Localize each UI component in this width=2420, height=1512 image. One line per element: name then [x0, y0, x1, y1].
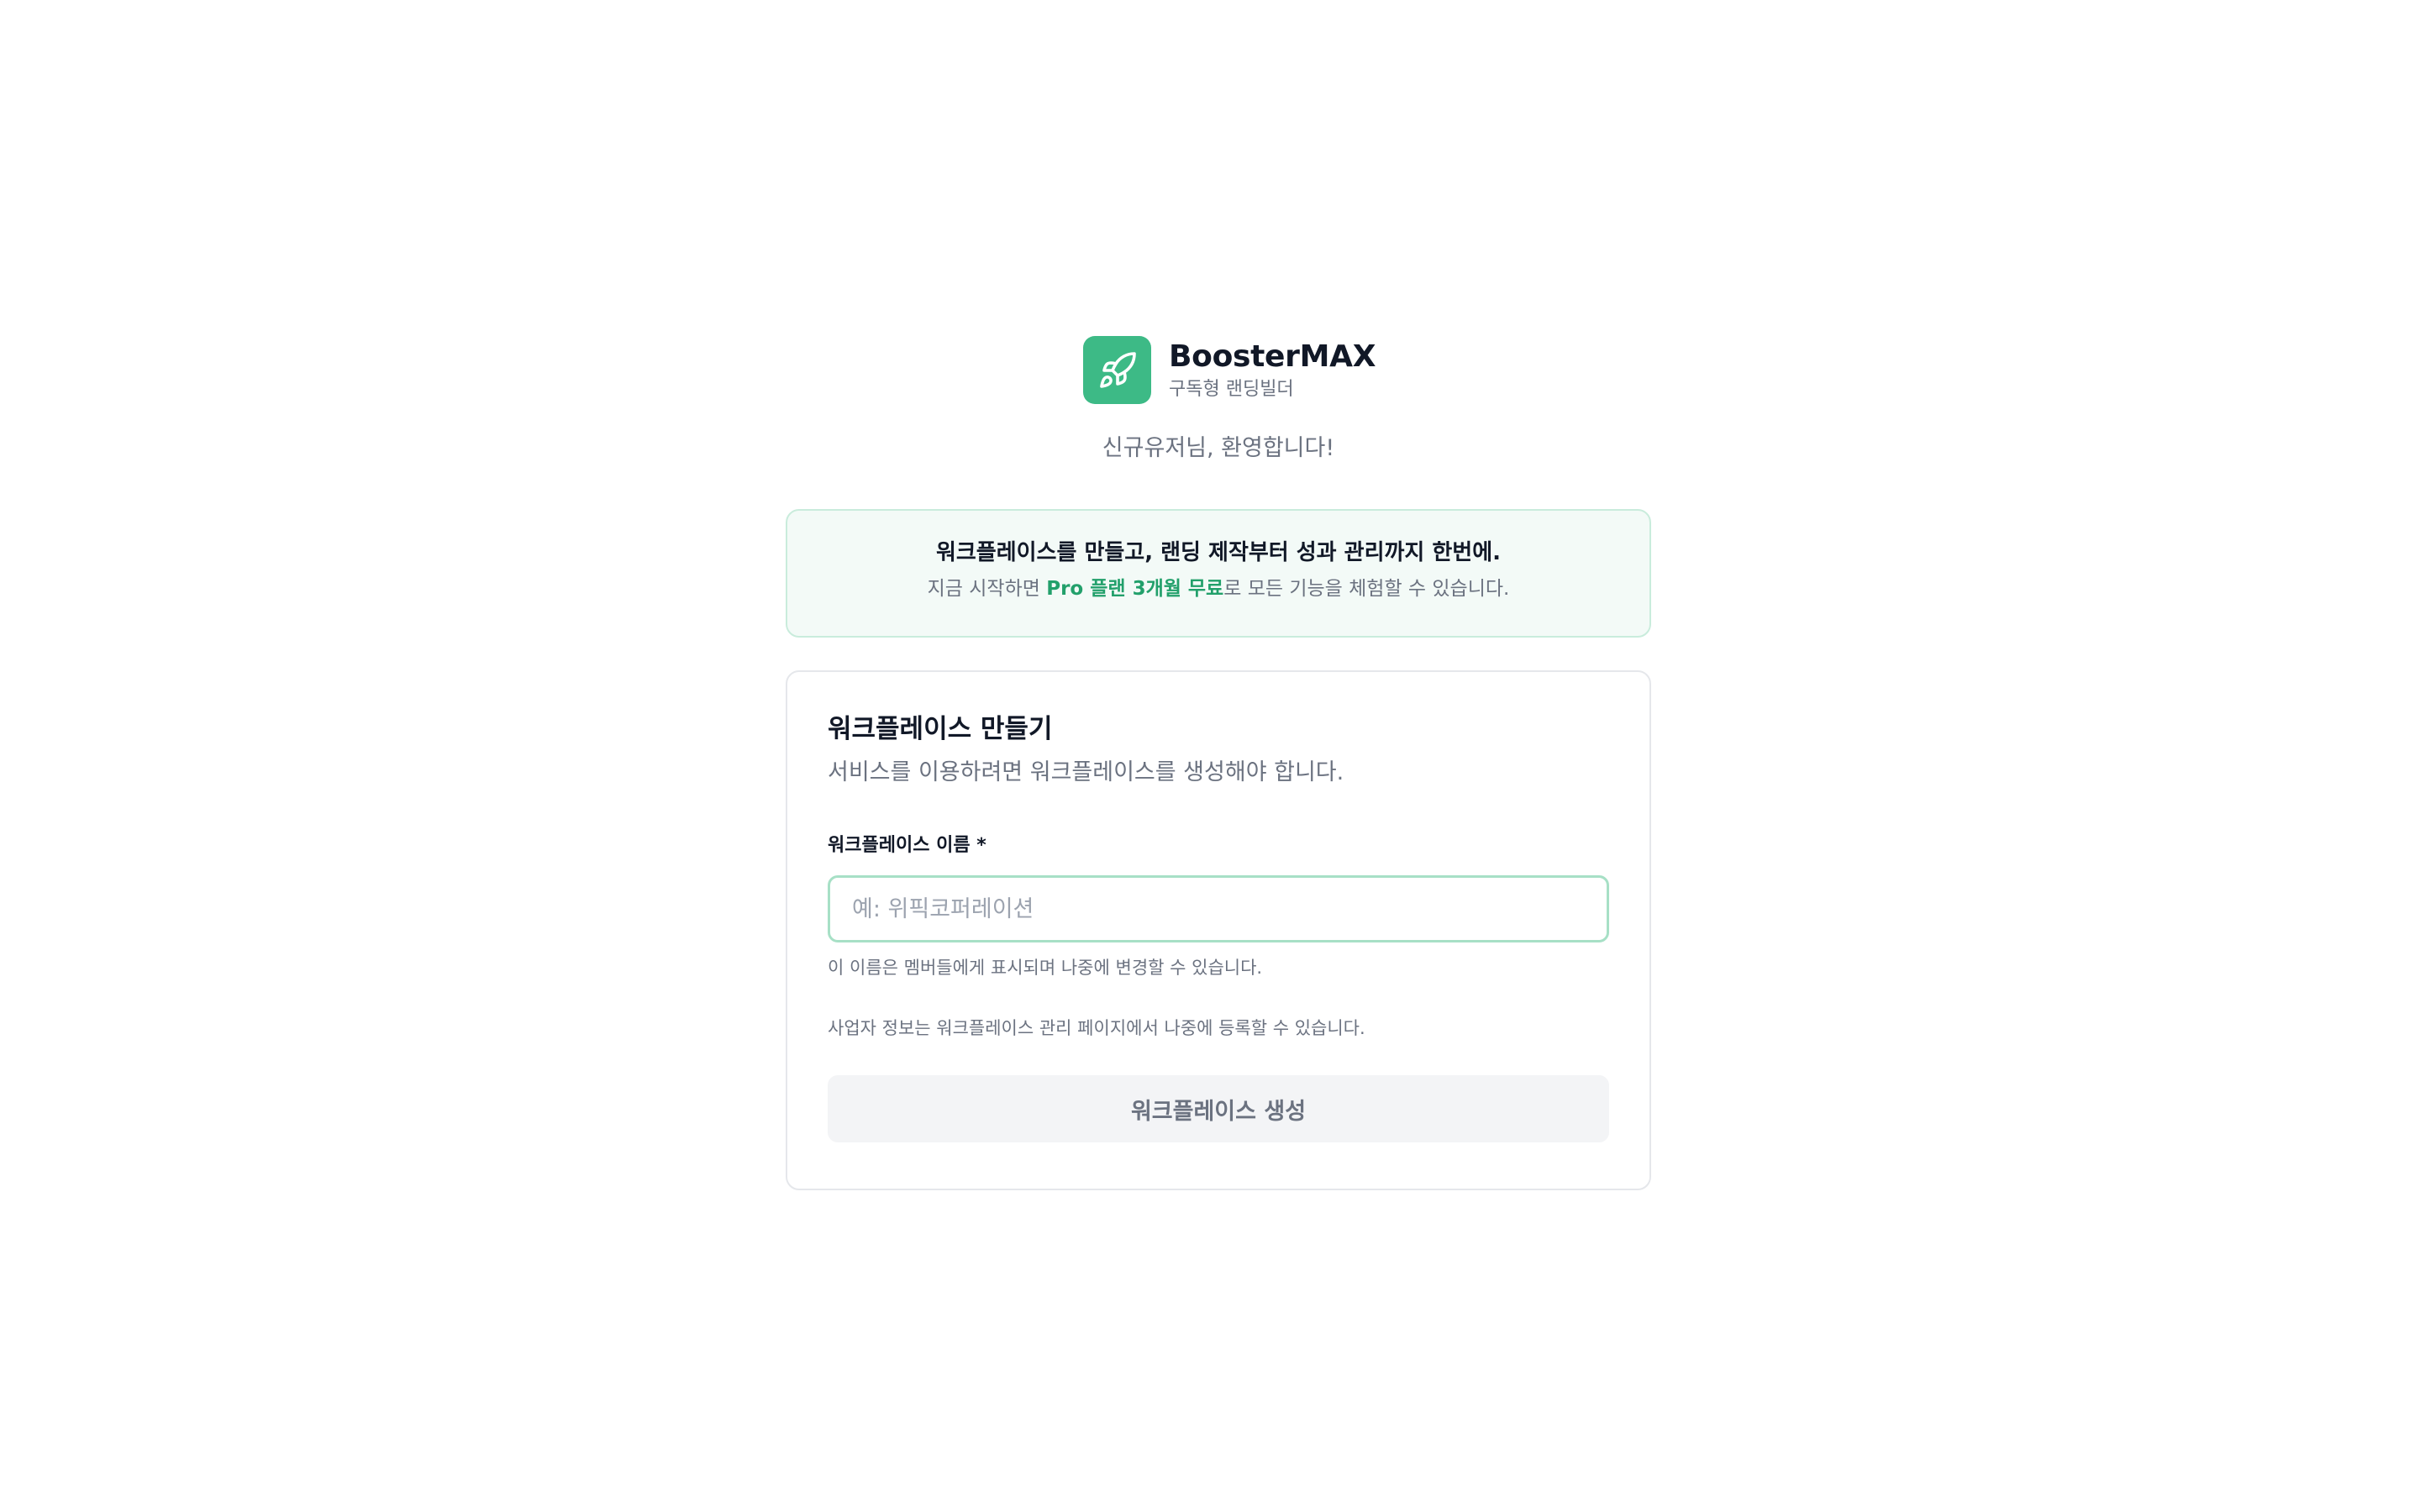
brand-name: BoosterMAX [1169, 339, 1376, 374]
brand-logo [1083, 336, 1151, 404]
card-description: 서비스를 이용하려면 워크플레이스를 생성해야 합니다. [828, 759, 1344, 785]
welcome-message: 신규유저님, 환영합니다! [1102, 435, 1335, 461]
workspace-name-label: 워크플레이스 이름 * [828, 835, 986, 856]
promo-highlight: Pro 플랜 3개월 무료 [1046, 578, 1224, 600]
workspace-name-field [828, 875, 1609, 942]
brand-tagline: 구독형 랜딩빌더 [1169, 378, 1294, 400]
promo-subtitle: 지금 시작하면 Pro 플랜 3개월 무료로 모든 기능을 체험할 수 있습니다… [787, 576, 1649, 601]
rocket-icon [1099, 351, 1136, 388]
brand-header: BoosterMAX 구독형 랜딩빌더 [1083, 336, 1376, 404]
workspace-name-input[interactable] [828, 875, 1609, 942]
brand-text: BoosterMAX 구독형 랜딩빌더 [1169, 339, 1376, 402]
workspace-name-help: 이 이름은 멤버들에게 표시되며 나중에 변경할 수 있습니다. [828, 958, 1263, 978]
create-workspace-card: 워크플레이스 만들기 서비스를 이용하려면 워크플레이스를 생성해야 합니다. … [786, 670, 1651, 1190]
promo-sub-after: 로 모든 기능을 체험할 수 있습니다. [1223, 578, 1510, 600]
create-workspace-button[interactable]: 워크플레이스 생성 [828, 1075, 1609, 1142]
promo-title: 워크플레이스를 만들고, 랜딩 제작부터 성과 관리까지 한번에. [935, 540, 1502, 565]
onboarding-page: BoosterMAX 구독형 랜딩빌더 신규유저님, 환영합니다! 워크플레이스… [0, 0, 2420, 1512]
promo-sub-before: 지금 시작하면 [927, 578, 1047, 600]
card-title: 워크플레이스 만들기 [828, 714, 1053, 744]
business-info-note: 사업자 정보는 워크플레이스 관리 페이지에서 나중에 등록할 수 있습니다. [828, 1018, 1365, 1038]
promo-banner: 워크플레이스를 만들고, 랜딩 제작부터 성과 관리까지 한번에. 지금 시작하… [786, 509, 1651, 638]
